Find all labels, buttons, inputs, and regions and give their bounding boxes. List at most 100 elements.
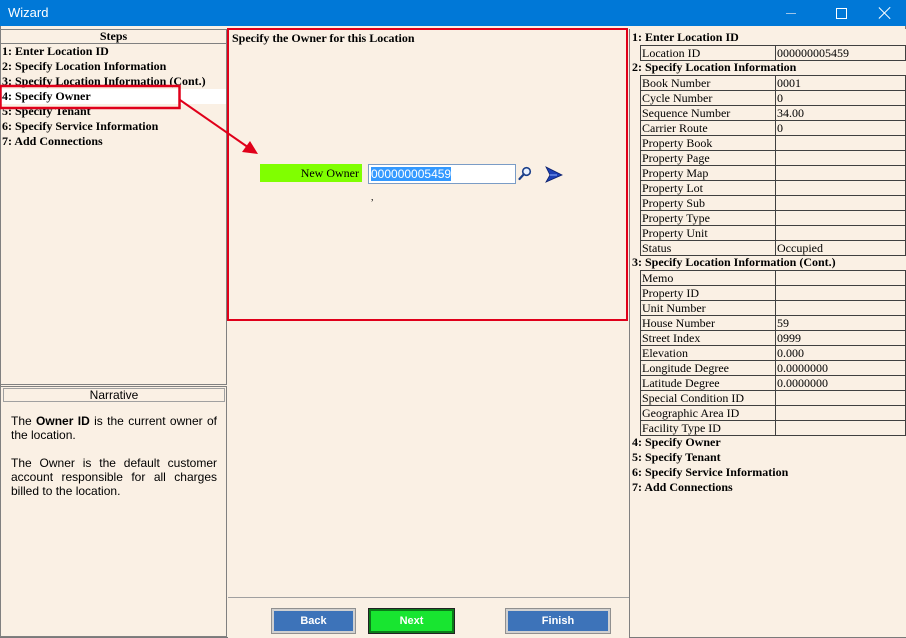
summary-field-label: Sequence Number — [640, 105, 775, 120]
navigate-arrow-icon — [545, 166, 563, 183]
steps-header: Steps — [1, 30, 226, 44]
summary-section-title: 7: Add Connections — [632, 480, 733, 494]
summary-row: Property Sub — [640, 195, 906, 210]
step-item[interactable]: 7: Add Connections — [1, 134, 226, 149]
stray-mark: , — [371, 192, 374, 203]
summary-field-label: Property Lot — [640, 180, 775, 195]
summary-row: Memo — [640, 270, 906, 285]
owner-navigate-button[interactable] — [545, 166, 563, 183]
summary-field-label: Longitude Degree — [640, 360, 775, 375]
steps-list: 1: Enter Location ID 2: Specify Location … — [1, 44, 226, 149]
summary-field-value: 0 — [775, 120, 906, 135]
summary-row: Cycle Number 0 — [640, 90, 906, 105]
narrative-header: Narrative — [3, 388, 225, 402]
step-item[interactable]: 1: Enter Location ID — [1, 44, 226, 59]
summary-field-label: Property Type — [640, 210, 775, 225]
summary-field-value: 59 — [775, 315, 906, 330]
finish-button[interactable]: Finish — [506, 609, 610, 633]
summary-field-label: Property Page — [640, 150, 775, 165]
close-icon — [878, 6, 892, 20]
new-owner-input[interactable]: 000000005459 — [368, 164, 516, 184]
owner-form-panel — [228, 29, 629, 596]
summary-field-value — [775, 180, 906, 195]
summary-field-label: Property Book — [640, 135, 775, 150]
summary-row: Elevation 0.000 — [640, 345, 906, 360]
window-titlebar: Wizard — [0, 0, 906, 26]
close-button[interactable] — [862, 0, 906, 26]
summary-field-value: 0.000 — [775, 345, 906, 360]
search-icon — [518, 166, 532, 181]
summary-field-label: Location ID — [640, 45, 775, 61]
summary-row: Special Condition ID — [640, 390, 906, 405]
summary-field-label: Book Number — [640, 75, 775, 90]
step-item[interactable]: 4: Specify Owner — [1, 89, 226, 104]
summary-section-title: 5: Specify Tenant — [632, 450, 721, 464]
back-button[interactable]: Back — [272, 609, 355, 633]
summary-field-value — [775, 210, 906, 225]
narrative-panel: Narrative The Owner ID is the current ow… — [0, 386, 227, 637]
step-item[interactable]: 3: Specify Location Information (Cont.) — [1, 74, 226, 89]
summary-field-value — [775, 195, 906, 210]
summary-field-value — [775, 390, 906, 405]
narrative-bold-term: Owner ID — [36, 414, 90, 428]
summary-field-label: Special Condition ID — [640, 390, 775, 405]
next-button[interactable]: Next — [369, 609, 454, 633]
summary-field-value: 0999 — [775, 330, 906, 345]
summary-section-title: 6: Specify Service Information — [632, 465, 789, 479]
summary-row: Location ID 000000005459 — [640, 45, 906, 61]
step-item[interactable]: 6: Specify Service Information — [1, 119, 226, 134]
summary-row: Facility Type ID — [640, 420, 906, 436]
summary-field-value: 000000005459 — [775, 45, 906, 61]
summary-field-value — [775, 225, 906, 240]
summary-field-label: Carrier Route — [640, 120, 775, 135]
summary-field-label: Cycle Number — [640, 90, 775, 105]
summary-section-title: 3: Specify Location Information (Cont.) — [632, 255, 836, 269]
summary-field-value: 0001 — [775, 75, 906, 90]
summary-row: Carrier Route 0 — [640, 120, 906, 135]
summary-panel: 1: Enter Location ID Location ID 000000005… — [629, 29, 906, 637]
steps-panel: Steps 1: Enter Location ID 2: Specify Loc… — [0, 29, 227, 385]
summary-row: Property Map — [640, 165, 906, 180]
summary-field-label: Street Index — [640, 330, 775, 345]
summary-section-title: 4: Specify Owner — [632, 435, 721, 449]
summary-row: Street Index 0999 — [640, 330, 906, 345]
maximize-button[interactable] — [818, 0, 864, 26]
summary-field-label: Facility Type ID — [640, 420, 775, 436]
summary-row: Property Type — [640, 210, 906, 225]
summary-row: Property ID — [640, 285, 906, 300]
summary-row: Geographic Area ID — [640, 405, 906, 420]
summary-section-title: 1: Enter Location ID — [632, 30, 739, 44]
page-title: Specify the Owner for this Location — [232, 31, 415, 45]
step-item[interactable]: 5: Specify Tenant — [1, 104, 226, 119]
summary-field-value: 0 — [775, 90, 906, 105]
summary-field-value: Occupied — [775, 240, 906, 256]
summary-row: Unit Number — [640, 300, 906, 315]
summary-row: House Number 59 — [640, 315, 906, 330]
summary-field-label: Memo — [640, 270, 775, 285]
summary-field-label: Geographic Area ID — [640, 405, 775, 420]
narrative-paragraph: The Owner is the default customer accoun… — [11, 456, 217, 498]
summary-row: Book Number 0001 — [640, 75, 906, 90]
summary-field-value — [775, 405, 906, 420]
summary-field-value — [775, 420, 906, 436]
summary-field-value — [775, 285, 906, 300]
summary-section-title: 2: Specify Location Information — [632, 60, 797, 74]
summary-field-label: Latitude Degree — [640, 375, 775, 390]
minimize-icon — [786, 12, 796, 14]
summary-field-label: Status — [640, 240, 775, 256]
window-title: Wizard — [8, 5, 49, 20]
summary-field-value — [775, 300, 906, 315]
summary-field-value: 0.0000000 — [775, 375, 906, 390]
summary-field-label: Property ID — [640, 285, 775, 300]
summary-row: Property Unit — [640, 225, 906, 240]
summary-field-value — [775, 165, 906, 180]
minimize-button[interactable] — [768, 0, 814, 26]
summary-field-value — [775, 150, 906, 165]
summary-field-label: Property Map — [640, 165, 775, 180]
summary-row: Sequence Number 34.00 — [640, 105, 906, 120]
new-owner-label: New Owner — [260, 164, 362, 182]
owner-search-button[interactable] — [518, 166, 532, 181]
maximize-icon — [835, 7, 847, 19]
step-item[interactable]: 2: Specify Location Information — [1, 59, 226, 74]
summary-row: Property Book — [640, 135, 906, 150]
